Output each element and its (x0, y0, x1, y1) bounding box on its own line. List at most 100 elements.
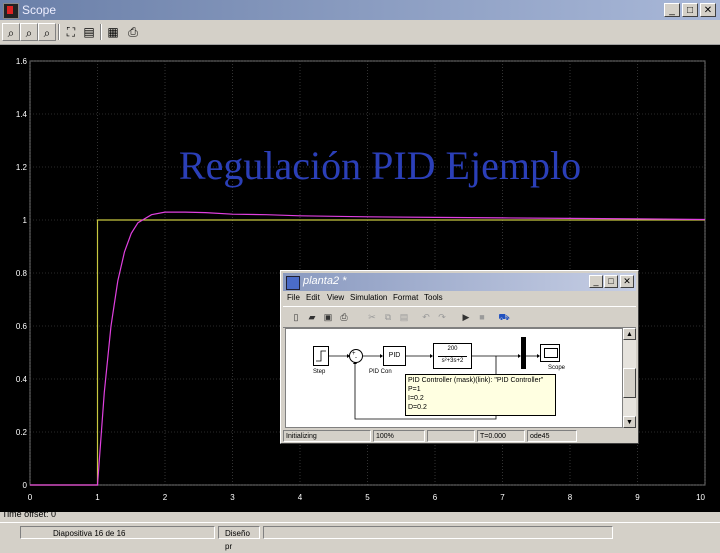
pid-block-label: PID Con (369, 369, 392, 375)
y-tick-label: 0.6 (16, 322, 28, 331)
scroll-down-icon[interactable]: ▼ (623, 416, 636, 428)
slide-title: Regulación PID Ejemplo (178, 143, 582, 188)
vertical-scrollbar[interactable]: ▲ ▼ (623, 328, 636, 428)
undo-icon[interactable]: ↶ (419, 310, 433, 324)
stop-icon[interactable]: ■ (475, 310, 489, 324)
menu-view[interactable]: View (327, 293, 344, 302)
x-tick-label: 6 (433, 493, 438, 502)
pid-block[interactable]: PID (383, 346, 406, 366)
scroll-thumb[interactable] (623, 368, 636, 398)
scope-block[interactable] (540, 344, 560, 362)
tf-numerator: 200 (447, 346, 458, 352)
save-axes-icon[interactable]: ▤ (80, 23, 98, 41)
y-tick-label: 1.4 (16, 110, 28, 119)
status-empty (427, 430, 475, 442)
status-zoom: 100% (373, 430, 425, 442)
time-offset-label: Time offset: (2, 509, 49, 519)
scope-window-title: Scope (22, 3, 57, 17)
scope-app-icon (3, 3, 19, 19)
menu-tools[interactable]: Tools (424, 293, 443, 302)
menu-format[interactable]: Format (393, 293, 418, 302)
x-tick-label: 7 (500, 493, 505, 502)
y-tick-label: 0.8 (16, 269, 28, 278)
parameters-icon[interactable]: ▦ (104, 23, 122, 41)
scope-titlebar: Scope _ □ ✕ (0, 0, 720, 20)
scope-toolbar: ⌕ ⌕ ⌕ ⛶ ▤ ▦ ⎙ (0, 20, 720, 45)
sum-minus-sign: - (355, 355, 357, 361)
tooltip-line: I=0.2 (408, 395, 424, 402)
slide-design: Diseño pr (218, 526, 260, 551)
tf-denominator: s²+3s+2 (441, 358, 464, 364)
mux-block[interactable] (521, 337, 526, 369)
sim-close-button[interactable]: ✕ (620, 275, 634, 288)
simulink-model-icon (286, 276, 300, 290)
y-tick-label: 0.2 (16, 428, 28, 437)
minimize-button[interactable]: _ (664, 3, 680, 17)
simulink-titlebar: planta2 * _ □ ✕ (283, 273, 636, 291)
time-offset: Time offset: 0 (2, 509, 56, 519)
y-tick-label: 0.4 (16, 375, 28, 384)
open-icon[interactable]: ▰ (305, 310, 319, 324)
menu-simulation[interactable]: Simulation (350, 293, 387, 302)
x-tick-label: 9 (635, 493, 640, 502)
zoom-icon[interactable]: ⌕ (2, 23, 20, 41)
step-block[interactable] (313, 346, 329, 366)
sim-minimize-button[interactable]: _ (589, 275, 603, 288)
x-tick-label: 5 (365, 493, 370, 502)
simulink-window: planta2 * _ □ ✕ File Edit View Simulatio… (280, 270, 639, 444)
scope-block-label: Scope (548, 365, 566, 371)
sim-maximize-button[interactable]: □ (604, 275, 618, 288)
slide-counter: Diapositiva 16 de 16 (20, 526, 215, 539)
step-block-label: Step (313, 369, 326, 375)
simulink-statusbar: Initializing 100% T=0.000 ode45 (283, 430, 636, 443)
zoom-x-icon[interactable]: ⌕ (20, 23, 38, 41)
paste-icon[interactable]: ▤ (397, 310, 411, 324)
copy-icon[interactable]: ⧉ (381, 310, 395, 324)
tooltip-line: D=0.2 (408, 404, 427, 411)
tooltip-line: P=1 (408, 386, 421, 393)
slide-statusbar: Diapositiva 16 de 16 Diseño pr (0, 522, 720, 551)
x-tick-label: 4 (298, 493, 303, 502)
close-button[interactable]: ✕ (700, 3, 716, 17)
sum-block[interactable]: + - (349, 349, 363, 363)
y-tick-label: 0 (23, 481, 28, 490)
print-icon[interactable]: ⎙ (337, 310, 351, 324)
tooltip-line: PID Controller (mask)(link): "PID Contro… (408, 377, 544, 384)
step-icon (316, 350, 326, 362)
status-state: Initializing (283, 430, 371, 442)
x-tick-label: 2 (163, 493, 168, 502)
menu-file[interactable]: File (287, 293, 300, 302)
simulink-toolbar: ▯ ▰ ▣ ⎙ ✂ ⧉ ▤ ↶ ↷ ▶ ■ ⛟ (283, 306, 636, 328)
start-icon[interactable]: ▶ (459, 310, 473, 324)
simulink-model-canvas[interactable]: Step + - PID PID Con 200 s²+3s+2 Scope P… (285, 328, 623, 428)
scope-screen-icon (544, 348, 558, 358)
x-tick-label: 8 (568, 493, 573, 502)
toolbar-separator (100, 24, 102, 40)
maximize-button[interactable]: □ (682, 3, 698, 17)
status-time: T=0.000 (477, 430, 525, 442)
menu-edit[interactable]: Edit (306, 293, 320, 302)
time-offset-value: 0 (51, 509, 57, 519)
pid-tooltip: PID Controller (mask)(link): "PID Contro… (405, 374, 556, 416)
tf-fraction-bar (438, 356, 467, 357)
new-icon[interactable]: ▯ (289, 310, 303, 324)
x-tick-label: 10 (696, 493, 705, 502)
cut-icon[interactable]: ✂ (365, 310, 379, 324)
x-tick-label: 1 (95, 493, 100, 502)
slide-status-empty (263, 526, 613, 539)
toolbar-separator (58, 24, 60, 40)
redo-icon[interactable]: ↷ (435, 310, 449, 324)
status-solver: ode45 (527, 430, 577, 442)
transfer-fcn-block[interactable]: 200 s²+3s+2 (433, 343, 472, 369)
autoscale-icon[interactable]: ⛶ (62, 23, 80, 41)
zoom-y-icon[interactable]: ⌕ (38, 23, 56, 41)
y-tick-label: 1 (23, 216, 28, 225)
scroll-up-icon[interactable]: ▲ (623, 328, 636, 340)
x-tick-label: 3 (230, 493, 235, 502)
save-icon[interactable]: ▣ (321, 310, 335, 324)
print-icon[interactable]: ⎙ (124, 23, 142, 41)
x-tick-label: 0 (28, 493, 33, 502)
y-tick-label: 1.6 (16, 57, 28, 66)
library-icon[interactable]: ⛟ (497, 310, 511, 324)
simulink-menubar: File Edit View Simulation Format Tools (283, 292, 636, 306)
